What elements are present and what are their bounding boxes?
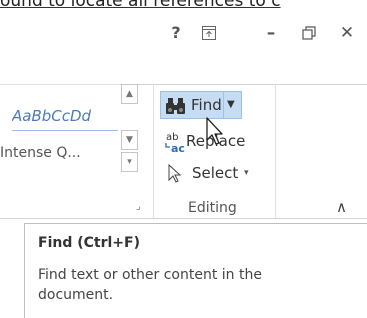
minimize-button[interactable]: – (258, 20, 284, 46)
tooltip: Find (Ctrl+F) Find text or other content… (24, 223, 367, 318)
find-button[interactable]: Find ▼ (160, 91, 242, 119)
ribbon-display-icon (202, 26, 216, 40)
window-controls: ? – ✕ (0, 20, 367, 46)
select-label: Select (192, 164, 239, 182)
group-separator (275, 84, 276, 218)
pointer-icon (168, 164, 182, 183)
gallery-more-button[interactable]: ▾ (121, 152, 138, 172)
editing-group-label: Editing (188, 200, 237, 216)
help-button[interactable]: ? (163, 20, 189, 46)
styles-gallery[interactable]: AaBbCcDd Intense Q... (0, 84, 120, 177)
svg-text:ac: ac (171, 142, 185, 154)
ribbon-bottom-border (0, 218, 367, 219)
restore-icon (302, 26, 316, 40)
find-dropdown-icon[interactable]: ▼ (227, 94, 235, 116)
replace-icon: ab ac (165, 132, 185, 154)
styles-dialog-launcher-icon[interactable]: ⌟ (136, 201, 141, 212)
collapse-ribbon-icon[interactable]: ∧ (336, 198, 347, 216)
mouse-cursor-icon (206, 117, 223, 145)
gallery-scroll-down-button[interactable]: ▼ (121, 130, 138, 150)
style-item-intense-quote[interactable]: Intense Q... (0, 145, 118, 161)
restore-button[interactable] (296, 20, 322, 46)
group-separator (153, 84, 154, 218)
gallery-scroll-up-button[interactable]: ▲ (121, 84, 138, 104)
find-label: Find (191, 96, 222, 114)
ribbon-display-options-button[interactable] (196, 20, 222, 46)
select-dropdown-icon[interactable]: ▾ (244, 168, 249, 178)
tooltip-title: Find (Ctrl+F) (38, 235, 140, 251)
document-text: ound to locate all references to c (0, 0, 281, 11)
style-item-emphasis[interactable]: AaBbCcDd (12, 107, 118, 125)
binoculars-icon (166, 98, 185, 114)
tooltip-description: Find text or other content in the docume… (38, 267, 262, 303)
close-button[interactable]: ✕ (334, 20, 360, 46)
select-button[interactable]: Select ▾ (166, 160, 256, 188)
style-item-underline (12, 130, 118, 131)
find-split-divider (223, 92, 224, 118)
